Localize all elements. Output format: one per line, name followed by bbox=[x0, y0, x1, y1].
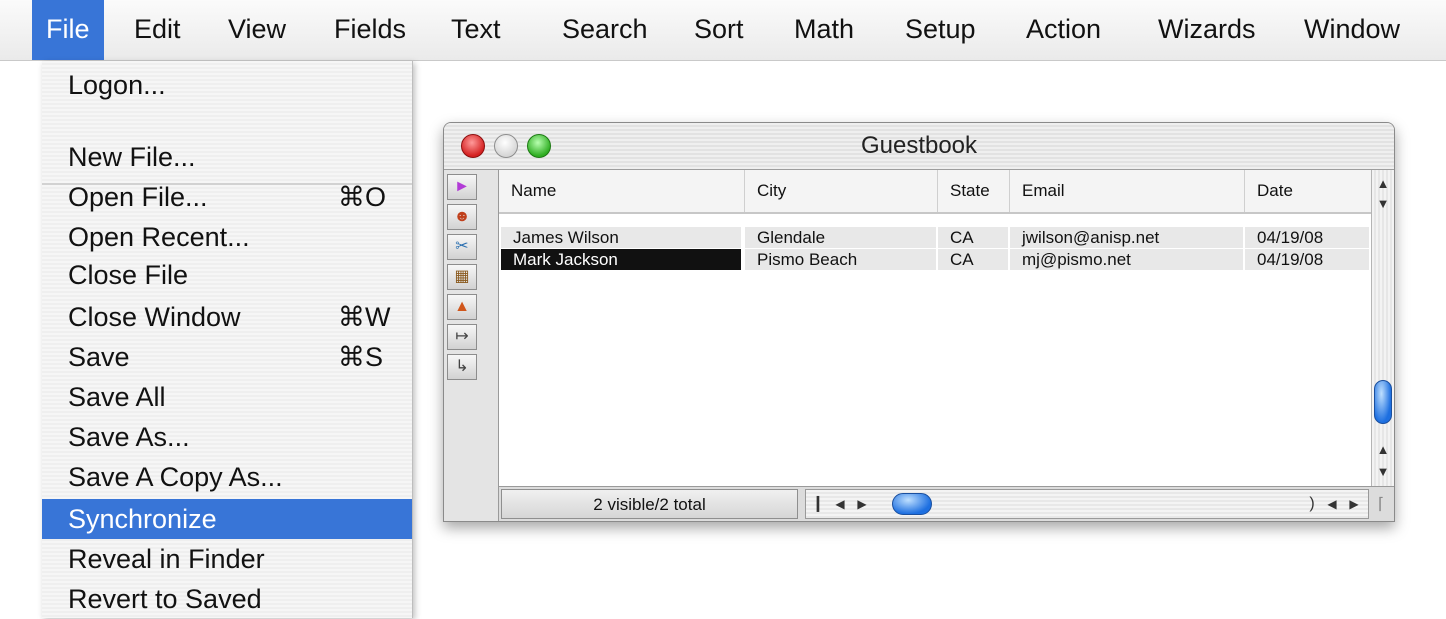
file-menu-dropdown: Logon... New File... Open File... ⌘O Open… bbox=[42, 61, 413, 618]
record-count-status: 2 visible/2 total bbox=[501, 489, 798, 519]
scroll-left-right-pane-icon[interactable]: ◀ bbox=[1322, 490, 1342, 518]
horizontal-scroll-thumb[interactable] bbox=[892, 493, 932, 515]
menu-item-save[interactable]: Save ⌘S bbox=[42, 337, 412, 377]
scroll-right-icon[interactable]: ▶ bbox=[852, 490, 872, 518]
cell-city[interactable]: Pismo Beach bbox=[745, 249, 936, 270]
menu-sort[interactable]: Sort bbox=[680, 0, 758, 60]
menu-math[interactable]: Math bbox=[780, 0, 868, 60]
scroll-down-lower-icon[interactable]: ▼ bbox=[1372, 462, 1394, 482]
tool-palette: ► ☻ ✂ ▦ ▲ ↦ ↳ bbox=[444, 170, 499, 521]
menu-fields[interactable]: Fields bbox=[320, 0, 420, 60]
split-handle-icon[interactable]: ❙ bbox=[808, 490, 828, 518]
column-header-email[interactable]: Email bbox=[1010, 170, 1245, 212]
tab-right-tool-icon[interactable]: ↦ bbox=[447, 324, 477, 350]
menu-item-synchronize[interactable]: Synchronize bbox=[42, 499, 412, 539]
scroll-up-lower-icon[interactable]: ▲ bbox=[1372, 440, 1394, 460]
cell-date[interactable]: 04/19/08 bbox=[1245, 249, 1369, 270]
menu-item-revert-to-saved[interactable]: Revert to Saved bbox=[42, 579, 412, 619]
menu-item-save-all[interactable]: Save All bbox=[42, 377, 412, 417]
menu-action[interactable]: Action bbox=[1012, 0, 1115, 60]
cell-name[interactable]: James Wilson bbox=[501, 227, 741, 248]
menu-view[interactable]: View bbox=[214, 0, 300, 60]
cell-email[interactable]: mj@pismo.net bbox=[1010, 249, 1243, 270]
column-header-state[interactable]: State bbox=[938, 170, 1010, 212]
cell-name-selected[interactable]: Mark Jackson bbox=[501, 249, 741, 270]
menu-item-open-recent[interactable]: Open Recent... bbox=[42, 217, 412, 257]
menu-item-new-file[interactable]: New File... bbox=[42, 137, 412, 177]
column-header-name[interactable]: Name bbox=[499, 170, 745, 212]
window-title: Guestbook bbox=[860, 132, 978, 159]
pointer-tool-icon[interactable]: ► bbox=[447, 174, 477, 200]
table-row[interactable]: James Wilson Glendale CA jwilson@anisp.n… bbox=[499, 227, 1371, 248]
column-header-date[interactable]: Date bbox=[1245, 170, 1371, 212]
menu-item-reveal-in-finder[interactable]: Reveal in Finder bbox=[42, 539, 412, 579]
menu-item-save-as[interactable]: Save As... bbox=[42, 417, 412, 457]
shortcut-label: ⌘S bbox=[338, 342, 384, 372]
people-tool-icon[interactable]: ☻ bbox=[447, 204, 477, 230]
menu-text[interactable]: Text bbox=[437, 0, 515, 60]
return-tool-icon[interactable]: ↳ bbox=[447, 354, 477, 380]
resize-grip-icon[interactable]: ⌈ bbox=[1371, 495, 1391, 515]
bottom-bar: 2 visible/2 total ❙ ◀ ▶ ) ◀ ▶ ⌈ bbox=[499, 486, 1394, 521]
scroll-down-icon[interactable]: ▼ bbox=[1372, 194, 1394, 214]
cell-city[interactable]: Glendale bbox=[745, 227, 936, 248]
split-handle-right-icon[interactable]: ) bbox=[1302, 490, 1322, 518]
cell-date[interactable]: 04/19/08 bbox=[1245, 227, 1369, 248]
horizontal-scrollbar[interactable]: ❙ ◀ ▶ ) ◀ ▶ bbox=[805, 489, 1369, 519]
data-sheet: Name City State Email Date James Wilson … bbox=[499, 170, 1371, 486]
menu-item-open-file[interactable]: Open File... ⌘O bbox=[42, 177, 412, 217]
menu-item-save-a-copy-as[interactable]: Save A Copy As... bbox=[42, 457, 412, 497]
scissors-tool-icon[interactable]: ✂ bbox=[447, 234, 477, 260]
menu-setup[interactable]: Setup bbox=[891, 0, 990, 60]
scroll-left-icon[interactable]: ◀ bbox=[830, 490, 850, 518]
menu-wizards[interactable]: Wizards bbox=[1144, 0, 1270, 60]
title-bar[interactable]: Guestbook bbox=[444, 123, 1394, 170]
scroll-right-right-pane-icon[interactable]: ▶ bbox=[1344, 490, 1364, 518]
scroll-up-icon[interactable]: ▲ bbox=[1372, 174, 1394, 194]
guestbook-window: Guestbook ► ☻ ✂ ▦ ▲ ↦ ↳ Name City State … bbox=[443, 122, 1395, 522]
menu-search[interactable]: Search bbox=[548, 0, 662, 60]
table-row[interactable]: Mark Jackson Pismo Beach CA mj@pismo.net… bbox=[499, 249, 1371, 270]
vertical-scroll-thumb[interactable] bbox=[1374, 380, 1392, 424]
menu-item-close-file[interactable]: Close File bbox=[42, 255, 412, 295]
menu-item-logon[interactable]: Logon... bbox=[42, 65, 412, 105]
stamp-tool-icon[interactable]: ▲ bbox=[447, 294, 477, 320]
shortcut-label: ⌘W bbox=[338, 302, 391, 332]
vertical-scrollbar[interactable]: ▲ ▼ ▲ ▼ bbox=[1371, 170, 1394, 486]
menu-window[interactable]: Window bbox=[1290, 0, 1414, 60]
form-tool-icon[interactable]: ▦ bbox=[447, 264, 477, 290]
menu-file[interactable]: File bbox=[32, 0, 104, 60]
column-header-row: Name City State Email Date bbox=[499, 170, 1371, 214]
menu-bar: File Edit View Fields Text Search Sort M… bbox=[0, 0, 1446, 61]
menu-item-close-window[interactable]: Close Window ⌘W bbox=[42, 297, 412, 337]
shortcut-label: ⌘O bbox=[338, 182, 387, 212]
column-header-city[interactable]: City bbox=[745, 170, 938, 212]
menu-edit[interactable]: Edit bbox=[120, 0, 195, 60]
cell-email[interactable]: jwilson@anisp.net bbox=[1010, 227, 1243, 248]
cell-state[interactable]: CA bbox=[938, 227, 1008, 248]
cell-state[interactable]: CA bbox=[938, 249, 1008, 270]
